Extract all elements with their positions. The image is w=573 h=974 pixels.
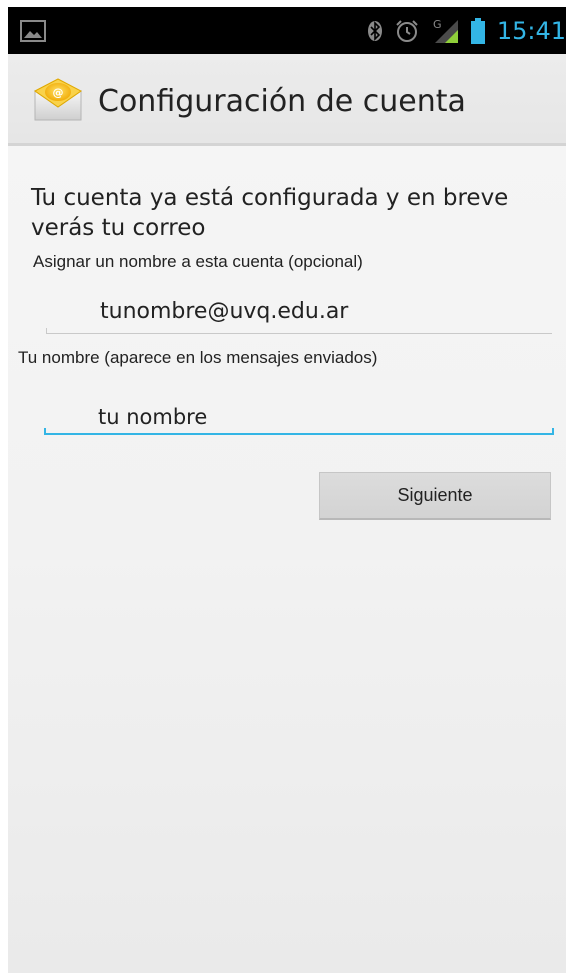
battery-icon (470, 17, 485, 44)
signal-icon: G (433, 18, 458, 43)
your-name-left-tick (44, 428, 46, 435)
your-name-label: Tu nombre (aparece en los mensajes envia… (18, 348, 378, 367)
account-name-left-tick (46, 328, 47, 334)
action-bar: @ Configuración de cuenta (8, 54, 566, 146)
phone-screen: G 15:41 @ Configuración de cuenta Tu cue… (8, 7, 566, 973)
page-title: Configuración de cuenta (98, 84, 466, 119)
svg-text:@: @ (53, 86, 64, 99)
account-name-label: Asignar un nombre a esta cuenta (opciona… (33, 252, 363, 271)
alarm-clock-icon (396, 19, 418, 42)
email-envelope-icon[interactable]: @ (32, 77, 84, 123)
your-name-underline (44, 433, 554, 435)
your-name-field[interactable]: tu nombre (44, 385, 554, 435)
status-time: 15:41 (496, 16, 566, 45)
next-button[interactable]: Siguiente (319, 472, 551, 520)
your-name-right-tick (552, 428, 554, 435)
setup-complete-message: Tu cuenta ya está configurada y en breve… (31, 185, 509, 241)
svg-text:G: G (433, 18, 442, 31)
status-bar: G 15:41 (8, 7, 566, 54)
your-name-value[interactable]: tu nombre (98, 405, 207, 429)
bluetooth-icon (367, 20, 382, 41)
account-name-underline (46, 333, 552, 334)
account-name-field[interactable]: tunombre@uvq.edu.ar (46, 282, 552, 334)
status-icons: G 15:41 (367, 7, 566, 54)
image-notification-icon (20, 20, 46, 42)
account-name-value[interactable]: tunombre@uvq.edu.ar (100, 299, 348, 324)
